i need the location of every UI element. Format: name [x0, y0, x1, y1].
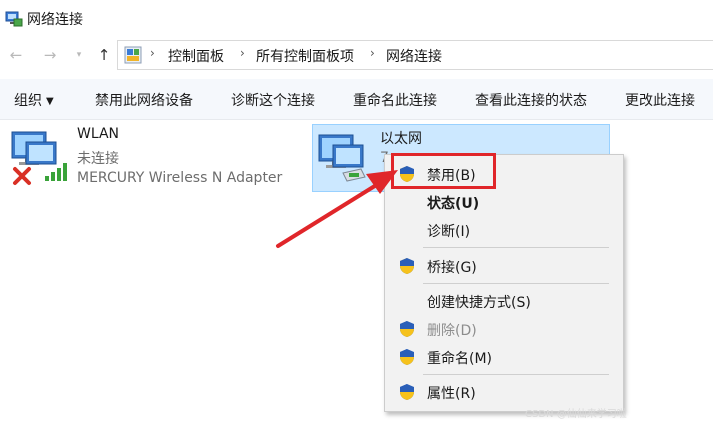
- watermark-text: CSDN @仙仙来学习啦: [525, 409, 627, 420]
- ethernet-network-icon: [318, 134, 366, 182]
- up-arrow-icon[interactable]: ↑: [95, 46, 113, 64]
- navigation-bar: ← → ▾ ↑ › 控制面板 › 所有控制面板项 › 网络连接: [0, 38, 713, 70]
- back-arrow-icon[interactable]: ←: [7, 46, 25, 64]
- breadcrumb-item-control-panel[interactable]: 控制面板: [168, 46, 224, 66]
- forward-arrow-icon[interactable]: →: [41, 46, 59, 64]
- breadcrumb-separator-icon: ›: [240, 46, 245, 60]
- menu-item-bridge[interactable]: 桥接(G): [385, 253, 623, 279]
- connection-status: 未连接: [77, 151, 119, 167]
- connection-name: 以太网: [380, 131, 422, 147]
- menu-item-status[interactable]: 状态(U): [385, 189, 623, 215]
- title-bar: 网络连接: [0, 0, 713, 36]
- organize-button[interactable]: 组织 ▼: [14, 90, 54, 110]
- menu-item-label: 桥接(G): [427, 260, 477, 276]
- view-status-button[interactable]: 查看此连接的状态: [475, 90, 587, 110]
- menu-item-delete[interactable]: 删除(D): [385, 316, 623, 342]
- menu-separator: [423, 374, 609, 375]
- connection-name: WLAN: [77, 126, 120, 142]
- signal-bars-icon: [45, 163, 67, 181]
- breadcrumb-item-network-connections[interactable]: 网络连接: [386, 46, 442, 66]
- adapter-name: MERCURY Wireless N Adapter: [77, 170, 283, 186]
- uac-shield-icon: [400, 166, 414, 182]
- menu-item-label: 创建快捷方式(S): [427, 295, 531, 311]
- uac-shield-icon: [400, 258, 414, 274]
- address-bar[interactable]: › 控制面板 › 所有控制面板项 › 网络连接: [117, 40, 713, 70]
- organize-label: 组织: [14, 93, 42, 109]
- menu-item-label: 重命名(M): [427, 351, 493, 367]
- menu-item-properties[interactable]: 属性(R): [385, 379, 623, 405]
- uac-shield-icon: [400, 349, 414, 365]
- rename-button[interactable]: 重命名此连接: [353, 90, 437, 110]
- menu-separator: [423, 283, 609, 284]
- disable-device-button[interactable]: 禁用此网络设备: [95, 90, 193, 110]
- context-menu: 禁用(B) 状态(U) 诊断(I) 桥接(G) 创建快捷方式(S) 删除(D): [384, 154, 624, 412]
- uac-shield-icon: [400, 384, 414, 400]
- menu-item-create-shortcut[interactable]: 创建快捷方式(S): [385, 288, 623, 314]
- menu-item-label: 禁用(B): [427, 168, 476, 184]
- control-panel-icon: [124, 46, 142, 64]
- menu-item-rename[interactable]: 重命名(M): [385, 344, 623, 370]
- command-bar: 组织 ▼ 禁用此网络设备 诊断这个连接 重命名此连接 查看此连接的状态 更改此连接: [0, 79, 713, 120]
- breadcrumb-item-all-items[interactable]: 所有控制面板项: [256, 46, 354, 66]
- menu-item-disable[interactable]: 禁用(B): [385, 161, 623, 187]
- menu-item-label: 属性(R): [427, 386, 476, 402]
- menu-item-label: 删除(D): [427, 323, 477, 339]
- change-settings-button[interactable]: 更改此连接: [625, 90, 695, 110]
- uac-shield-icon: [400, 321, 414, 337]
- menu-item-diagnose[interactable]: 诊断(I): [385, 217, 623, 243]
- disconnected-x-icon: [13, 167, 31, 185]
- breadcrumb-separator-icon: ›: [370, 46, 375, 60]
- breadcrumb-separator-icon: ›: [150, 46, 155, 60]
- menu-separator: [423, 247, 609, 248]
- window-title: 网络连接: [27, 12, 83, 28]
- menu-item-label: 诊断(I): [427, 224, 471, 240]
- chevron-down-icon[interactable]: ▾: [70, 46, 88, 64]
- chevron-down-icon: ▼: [46, 96, 54, 107]
- diagnose-button[interactable]: 诊断这个连接: [231, 90, 315, 110]
- menu-item-label: 状态(U): [427, 196, 480, 212]
- network-connections-icon: [5, 11, 23, 27]
- connection-item-wlan[interactable]: WLAN 未连接 MERCURY Wireless N Adapter: [10, 124, 300, 190]
